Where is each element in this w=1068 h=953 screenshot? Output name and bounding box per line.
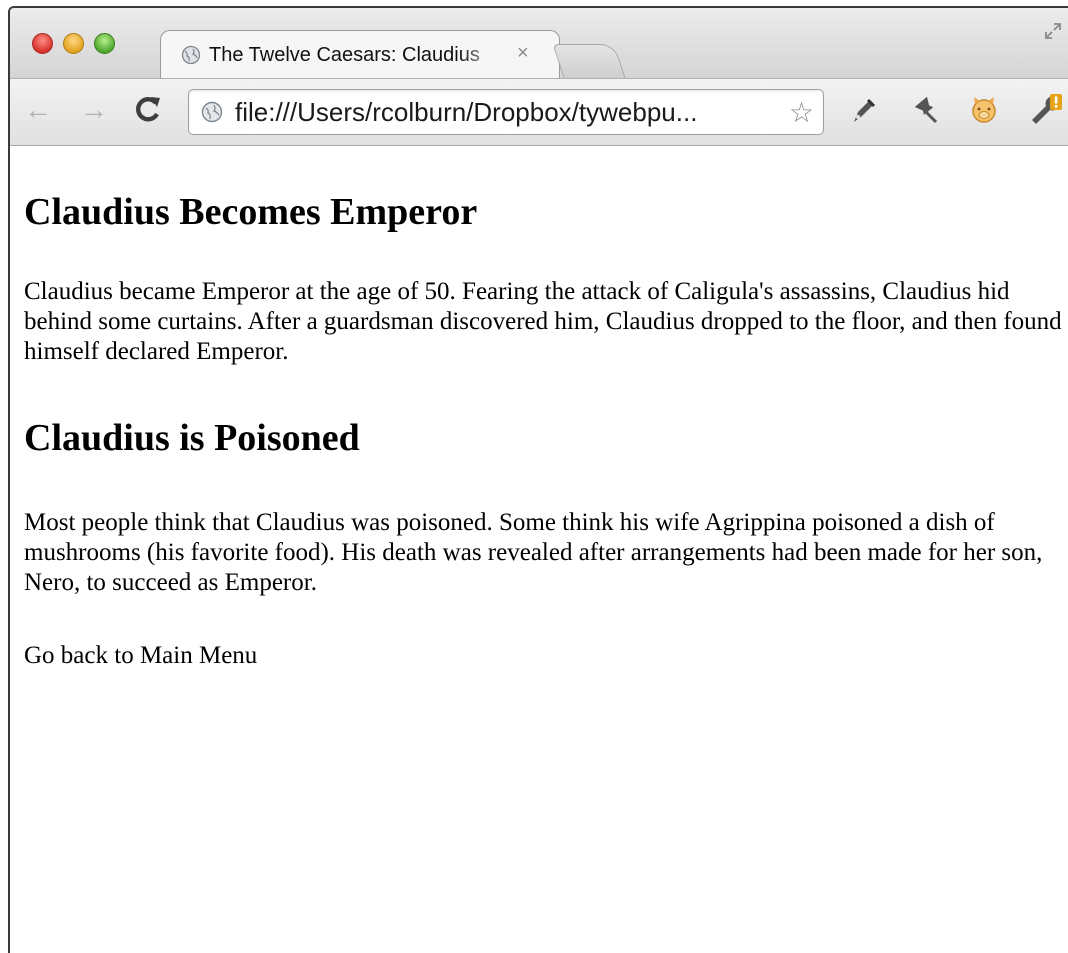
section-heading: Claudius Becomes Emperor bbox=[24, 191, 478, 233]
main-menu-link[interactable]: Go back to Main Menu bbox=[24, 642, 257, 670]
new-tab-icon[interactable] bbox=[552, 44, 626, 78]
pen-icon[interactable] bbox=[846, 92, 882, 128]
page-info-icon bbox=[201, 101, 223, 123]
pin-icon[interactable] bbox=[908, 92, 944, 128]
minimize-window-button[interactable] bbox=[63, 33, 84, 54]
section-paragraph: Claudius became Emperor at the age of 50… bbox=[24, 278, 1062, 365]
address-bar[interactable]: file:///Users/rcolburn/Dropbox/tywebpu..… bbox=[188, 89, 824, 135]
section-paragraph: Most people think that Claudius was pois… bbox=[24, 509, 1043, 596]
close-icon[interactable]: × bbox=[517, 42, 529, 65]
fullscreen-icon[interactable] bbox=[1042, 20, 1064, 42]
zoom-window-button[interactable] bbox=[94, 33, 115, 54]
address-url[interactable]: file:///Users/rcolburn/Dropbox/tywebpu..… bbox=[235, 97, 775, 128]
browser-toolbar: ← → file:///Users/rcolburn/Dropbox/tyweb… bbox=[10, 78, 1068, 146]
pig-extension-icon[interactable] bbox=[966, 92, 1002, 128]
browser-window: The Twelve Caesars: Claudius × ← → file:… bbox=[8, 6, 1068, 953]
wrench-icon[interactable] bbox=[1026, 92, 1062, 128]
page-content: Claudius Becomes Emperor Claudius became… bbox=[10, 146, 1068, 953]
reload-icon[interactable] bbox=[132, 94, 162, 126]
forward-arrow-icon[interactable]: → bbox=[80, 93, 108, 127]
title-bar: The Twelve Caesars: Claudius × bbox=[10, 8, 1068, 80]
section-heading: Claudius is Poisoned bbox=[24, 417, 360, 459]
back-arrow-icon[interactable]: ← bbox=[24, 93, 52, 127]
tab-title: The Twelve Caesars: Claudius bbox=[209, 44, 480, 66]
close-window-button[interactable] bbox=[32, 33, 53, 54]
browser-tab[interactable]: The Twelve Caesars: Claudius × bbox=[160, 30, 560, 80]
globe-icon bbox=[181, 45, 201, 65]
star-icon[interactable]: ☆ bbox=[789, 96, 814, 129]
